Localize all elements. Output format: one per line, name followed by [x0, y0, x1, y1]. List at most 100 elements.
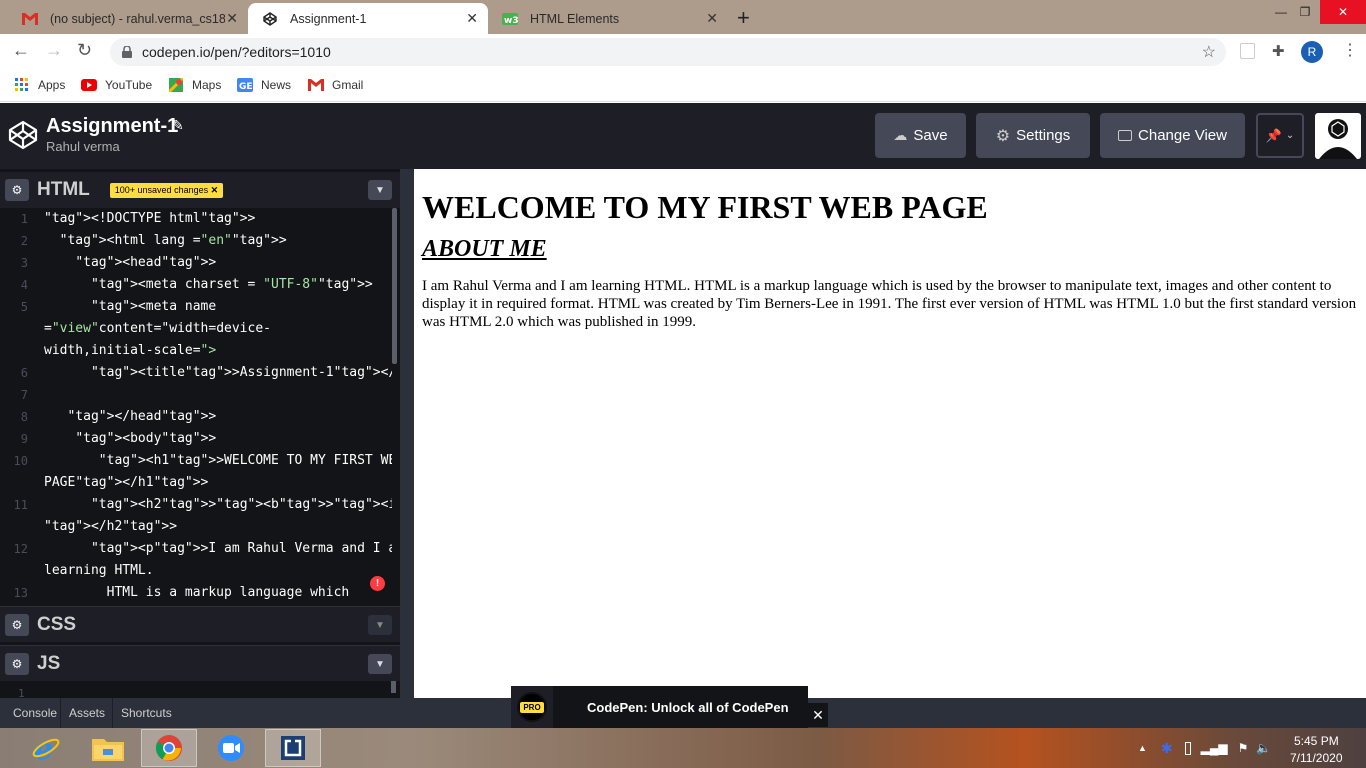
youtube-icon — [81, 77, 97, 93]
tab-gmail[interactable]: (no subject) - rahul.verma_cs18@ ✕ — [8, 3, 248, 34]
file-explorer-icon[interactable] — [80, 729, 136, 767]
gear-icon[interactable]: ⚙ — [5, 179, 29, 201]
close-window-button[interactable]: ✕ — [1320, 0, 1366, 24]
code-line[interactable]: 5 "tag"><meta name — [0, 296, 392, 318]
bookmark-news[interactable]: GE News — [237, 77, 291, 93]
change-view-button[interactable]: Change View — [1100, 113, 1245, 158]
extension-icon[interactable] — [1240, 43, 1255, 59]
reload-icon[interactable]: ↻ — [77, 40, 92, 61]
chrome-icon[interactable] — [141, 729, 197, 767]
js-panel-title: JS — [37, 652, 61, 674]
console-button[interactable]: Console — [5, 698, 62, 728]
pen-title[interactable]: Assignment-1 — [46, 115, 178, 138]
profile-avatar[interactable]: R — [1301, 41, 1323, 63]
svg-text:GE: GE — [239, 82, 253, 92]
new-tab-button[interactable]: + — [737, 5, 750, 31]
js-line-number: 1 — [18, 687, 25, 698]
gmail-icon — [308, 77, 324, 93]
code-line[interactable]: 11 "tag"><h2"tag">>"tag"><b"tag">>"tag">… — [0, 494, 392, 516]
code-line[interactable]: ="view"content="width=device- — [0, 318, 392, 340]
code-line[interactable]: 7 — [0, 384, 392, 406]
code-line[interactable]: PAGE"tag"></h1"tag">> — [0, 472, 392, 494]
edit-pencil-icon[interactable]: ✎ — [172, 117, 184, 134]
bluetooth-icon[interactable]: ✱ — [1161, 740, 1173, 757]
bookmark-maps[interactable]: Maps — [168, 77, 221, 93]
close-icon[interactable]: ✕ — [211, 185, 219, 195]
js-code-editor[interactable]: 1 — [0, 681, 400, 698]
code-line[interactable]: 12 "tag"><p"tag">>I am Rahul Verma and I… — [0, 538, 392, 560]
error-icon[interactable]: ! — [370, 576, 385, 591]
bookmark-gmail[interactable]: Gmail — [308, 77, 363, 93]
codepen-logo-icon[interactable] — [8, 120, 38, 150]
close-tab-icon[interactable]: ✕ — [706, 10, 718, 27]
network-icon[interactable]: ▂▄▆ — [1201, 741, 1228, 755]
user-avatar[interactable] — [1315, 113, 1361, 159]
unsaved-changes-badge[interactable]: 100+ unsaved changes ✕ — [109, 182, 224, 198]
code-text: ="view"content="width=device- — [44, 321, 271, 336]
code-line[interactable]: 8 "tag"></head"tag">> — [0, 406, 392, 428]
pin-menu-button[interactable]: 📌 ⌄ — [1256, 113, 1304, 158]
html-code-editor[interactable]: 1 "tag"><!DOCTYPE html"tag">> 2 "tag"><htm… — [0, 208, 392, 604]
code-line[interactable]: 6 "tag"><title"tag">>Assignment-1"tag"><… — [0, 362, 392, 384]
code-line[interactable]: 3 "tag"><head"tag">> — [0, 252, 392, 274]
address-bar[interactable]: codepen.io/pen/?editors=1010 ☆ — [110, 38, 1226, 66]
code-line[interactable]: width,initial-scale="> — [0, 340, 392, 362]
shortcuts-button[interactable]: Shortcuts — [114, 698, 179, 728]
assets-button[interactable]: Assets — [62, 698, 114, 728]
code-text: "tag"><h1"tag">>WELCOME TO MY FIRST WEB — [98, 453, 392, 468]
menu-kebab-icon[interactable]: ⋮ — [1342, 40, 1358, 60]
pin-icon: 📌 — [1265, 127, 1282, 143]
code-line[interactable]: 13 HTML is a markup language which — [0, 582, 392, 604]
battery-icon[interactable] — [1184, 741, 1191, 755]
js-scrollbar[interactable] — [391, 681, 396, 693]
js-panel-header[interactable]: ⚙ JS ▼ — [0, 645, 400, 681]
puzzle-icon[interactable]: ✚ — [1272, 42, 1285, 60]
gear-icon[interactable]: ⚙ — [5, 652, 29, 675]
chevron-down-icon[interactable]: ▼ — [368, 615, 392, 635]
bookmark-youtube[interactable]: YouTube — [81, 77, 152, 93]
close-tab-icon[interactable]: ✕ — [226, 10, 238, 27]
chevron-up-icon[interactable]: ▲ — [1138, 743, 1147, 753]
clock-date[interactable]: 7/11/2020 — [1290, 751, 1343, 765]
bookmark-apps[interactable]: Apps — [14, 77, 65, 93]
editor-scrollbar[interactable] — [392, 208, 397, 364]
line-number: 7 — [20, 388, 28, 402]
volume-icon[interactable]: 🔈 — [1256, 741, 1271, 755]
tab-html-elements[interactable]: w3 HTML Elements ✕ — [488, 3, 728, 34]
css-panel-header[interactable]: ⚙ CSS ▼ — [0, 606, 400, 642]
gear-icon[interactable]: ⚙ — [5, 613, 29, 636]
settings-button[interactable]: ⚙ Settings — [976, 113, 1090, 158]
bookmark-star-icon[interactable]: ☆ — [1202, 42, 1216, 62]
code-line[interactable]: "tag"></h2"tag">> — [0, 516, 392, 538]
restore-button[interactable]: ❐ — [1290, 0, 1320, 24]
code-line[interactable]: 2 "tag"><html lang ="en""tag">> — [0, 230, 392, 252]
chevron-down-icon: ⌄ — [1285, 130, 1295, 141]
preview-subheading: ABOUT ME — [422, 236, 1358, 263]
save-button-label: Save — [913, 127, 948, 144]
forward-icon[interactable]: → — [45, 40, 63, 61]
code-text: "tag"><title"tag">>Assignment-1"tag"></t… — [90, 365, 392, 380]
chevron-down-icon[interactable]: ▼ — [368, 654, 392, 674]
pro-badge: PRO — [511, 686, 553, 728]
close-tab-icon[interactable]: ✕ — [466, 10, 478, 27]
code-line[interactable]: learning HTML. — [0, 560, 392, 582]
internet-explorer-icon[interactable]: e — [18, 729, 74, 767]
back-icon[interactable]: ← — [12, 40, 30, 61]
tab-assignment[interactable]: Assignment-1 ✕ — [248, 3, 488, 34]
zoom-icon[interactable] — [203, 729, 259, 767]
pen-author[interactable]: Rahul verma — [46, 139, 120, 154]
code-line[interactable]: 10 "tag"><h1"tag">>WELCOME TO MY FIRST W… — [0, 450, 392, 472]
bookmark-label: Gmail — [332, 78, 364, 92]
clock-time[interactable]: 5:45 PM — [1294, 734, 1339, 748]
maps-icon — [168, 77, 184, 93]
app-icon[interactable] — [265, 729, 321, 767]
code-line[interactable]: 1 "tag"><!DOCTYPE html"tag">> — [0, 208, 392, 230]
save-button[interactable]: ☁ Save — [875, 113, 966, 158]
pro-promo-banner[interactable]: PRO CodePen: Unlock all of CodePen — [511, 686, 808, 728]
code-line[interactable]: 9 "tag"><body"tag">> — [0, 428, 392, 450]
chevron-down-icon[interactable]: ▼ — [368, 180, 392, 200]
close-promo-button[interactable]: ✕ — [808, 703, 828, 727]
code-line[interactable]: 4 "tag"><meta charset = "UTF-8""tag">> — [0, 274, 392, 296]
resize-divider[interactable] — [400, 169, 414, 698]
flag-icon[interactable]: ⚑ — [1238, 741, 1249, 755]
